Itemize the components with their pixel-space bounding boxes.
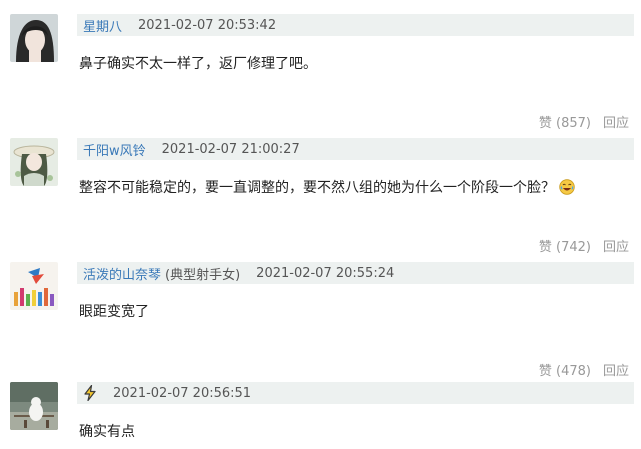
- comment-item: 2021-02-07 20:56:51 确实有点: [0, 378, 641, 449]
- lightning-icon: [83, 384, 97, 402]
- avatar-image: [10, 138, 58, 186]
- timestamp: 2021-02-07 20:56:51: [113, 385, 252, 401]
- avatar-image: [10, 14, 58, 62]
- timestamp: 2021-02-07 21:00:27: [161, 141, 300, 157]
- like-button[interactable]: 赞 (478): [539, 360, 591, 379]
- comment-header: 活泼的山奈琴 (典型射手女) 2021-02-07 20:55:24: [77, 262, 634, 284]
- comment-text: 眼距变宽了: [79, 304, 149, 320]
- comment-actions: 赞 (857) 回应: [539, 112, 629, 131]
- reply-button[interactable]: 回应: [603, 360, 629, 379]
- avatar[interactable]: [10, 382, 58, 430]
- timestamp: 2021-02-07 20:55:24: [256, 265, 395, 281]
- laughing-emoji-icon: [559, 179, 575, 199]
- username[interactable]: 活泼的山奈琴: [83, 264, 161, 283]
- avatar[interactable]: [10, 14, 58, 62]
- comment-text: 整容不可能稳定的，要一直调整的，要不然八组的她为什么一个阶段一个脸？: [79, 177, 575, 199]
- comment-header: 千阳w风铃 2021-02-07 21:00:27: [77, 138, 634, 160]
- comment-item: 活泼的山奈琴 (典型射手女) 2021-02-07 20:55:24 眼距变宽了…: [0, 254, 641, 379]
- comment-item: 千阳w风铃 2021-02-07 21:00:27 整容不可能稳定的，要一直调整…: [0, 130, 641, 255]
- like-button[interactable]: 赞 (857): [539, 112, 591, 131]
- comment-text-content: 整容不可能稳定的，要一直调整的，要不然八组的她为什么一个阶段一个脸？: [79, 180, 555, 196]
- comment-header: 2021-02-07 20:56:51: [77, 382, 634, 404]
- comment-item: 星期八 2021-02-07 20:53:42 鼻子确实不太一样了，返厂修理了吧…: [0, 0, 641, 131]
- like-button[interactable]: 赞 (742): [539, 236, 591, 255]
- reply-button[interactable]: 回应: [603, 112, 629, 131]
- avatar-image: [10, 262, 58, 310]
- comment-text: 确实有点: [79, 424, 135, 440]
- comment-text: 鼻子确实不太一样了，返厂修理了吧。: [79, 56, 317, 72]
- user-badge: (典型射手女): [165, 267, 241, 283]
- timestamp: 2021-02-07 20:53:42: [138, 17, 277, 33]
- avatar-image: [10, 382, 58, 430]
- avatar[interactable]: [10, 262, 58, 310]
- avatar[interactable]: [10, 138, 58, 186]
- reply-button[interactable]: 回应: [603, 236, 629, 255]
- comment-header: 星期八 2021-02-07 20:53:42: [77, 14, 634, 36]
- username[interactable]: 星期八: [83, 16, 122, 35]
- comment-actions: 赞 (478) 回应: [539, 360, 629, 379]
- username[interactable]: 千阳w风铃: [83, 140, 146, 159]
- comment-actions: 赞 (742) 回应: [539, 236, 629, 255]
